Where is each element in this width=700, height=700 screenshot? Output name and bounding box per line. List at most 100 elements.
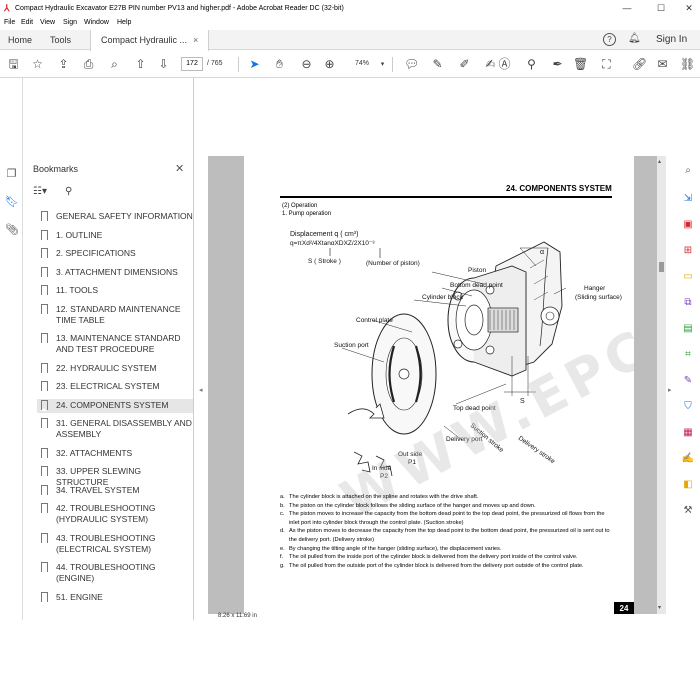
attachments-icon[interactable]: 📎︎ bbox=[5, 224, 19, 237]
edit-pdf-icon[interactable]: ⊞ bbox=[681, 244, 695, 258]
scroll-down-icon[interactable]: ▾ bbox=[658, 604, 661, 611]
bookmark-item[interactable]: 33. UPPER SLEWING STRUCTURE bbox=[37, 465, 193, 487]
tab-tools[interactable]: Tools bbox=[50, 30, 71, 50]
menu-bar: File Edit View Sign Window Help bbox=[0, 17, 700, 30]
share-icon[interactable]: ◧ bbox=[681, 478, 695, 492]
scroll-up-icon[interactable]: ▴ bbox=[658, 158, 661, 165]
zoom-in-icon[interactable]: ⊕ bbox=[322, 57, 337, 72]
bookmark-options-icon[interactable]: ☷▾ bbox=[33, 186, 47, 197]
scan-icon[interactable]: ⌗ bbox=[681, 348, 695, 362]
find-bookmark-icon[interactable]: ⚲ bbox=[65, 186, 72, 197]
bookmark-item[interactable]: 13. MAINTENANCE STANDARD AND TEST PROCED… bbox=[37, 332, 193, 357]
bookmark-item[interactable]: 11. TOOLS bbox=[37, 284, 193, 298]
mail-icon[interactable]: ✉ bbox=[655, 57, 670, 72]
prepare-form-icon[interactable]: ▦ bbox=[681, 426, 695, 440]
bookmark-item[interactable]: 2. SPECIFICATIONS bbox=[37, 247, 193, 261]
signature-icon[interactable]: ✍︎ bbox=[483, 57, 498, 72]
bookmark-icon bbox=[41, 381, 48, 392]
comment-tool-icon[interactable]: ▭ bbox=[681, 270, 695, 284]
bookmark-icon bbox=[41, 418, 48, 429]
note-key: g. bbox=[280, 562, 285, 569]
bookmark-item[interactable]: 51. ENGINE bbox=[37, 591, 193, 605]
bookmark-icon bbox=[41, 229, 48, 241]
attach-icon[interactable]: ⛓ bbox=[680, 57, 695, 72]
tab-home[interactable]: Home bbox=[8, 30, 32, 50]
note-text: The cylinder block is attached on the sp… bbox=[289, 494, 479, 500]
page-number-input[interactable]: 172 bbox=[181, 57, 203, 71]
organize-pages-icon[interactable]: ▤ bbox=[681, 322, 695, 336]
highlight-icon[interactable]: ✐ bbox=[457, 57, 472, 72]
delete-icon[interactable]: 🗑︎ bbox=[573, 57, 588, 72]
text-tool-icon[interactable]: Ⓐ bbox=[497, 57, 512, 72]
upload-icon[interactable]: ⇪ bbox=[56, 57, 71, 72]
sign-in-button[interactable]: Sign In bbox=[656, 34, 687, 45]
document-stamp-icon[interactable]: ⛶ bbox=[599, 57, 614, 72]
notification-bell-icon[interactable]: 🔔︎ bbox=[628, 33, 641, 44]
status-bar: 8.26 x 11.69 in bbox=[208, 613, 666, 620]
bookmarks-panel-icon[interactable]: 🔖︎ bbox=[5, 196, 19, 209]
bookmark-label: 31. GENERAL DISASSEMBLY AND ASSEMBLY bbox=[56, 418, 192, 439]
search-icon[interactable]: ⌕ bbox=[681, 164, 695, 178]
link-icon[interactable]: 🔗︎ bbox=[632, 57, 647, 72]
combine-files-icon[interactable]: ⧉ bbox=[681, 296, 695, 310]
bookmark-icon bbox=[41, 266, 48, 278]
protect-icon[interactable]: ⛉ bbox=[681, 400, 695, 414]
select-cursor-icon[interactable]: ➤ bbox=[247, 57, 262, 72]
menu-window[interactable]: Window bbox=[84, 19, 109, 26]
bookmark-item[interactable]: 1. OUTLINE bbox=[37, 229, 193, 243]
bookmark-item[interactable]: 44. TROUBLESHOOTING (ENGINE) bbox=[37, 561, 193, 586]
menu-sign[interactable]: Sign bbox=[63, 19, 77, 26]
pen-icon[interactable]: ✎ bbox=[430, 57, 445, 72]
bookmark-item[interactable]: 43. TROUBLESHOOTING (ELECTRICAL SYSTEM) bbox=[37, 532, 193, 557]
maximize-button[interactable]: ☐ bbox=[652, 2, 670, 14]
bookmark-label: 22. HYDRAULIC SYSTEM bbox=[56, 362, 157, 373]
tab-document[interactable]: Compact Hydraulic ... × bbox=[90, 30, 210, 51]
help-icon[interactable]: ? bbox=[603, 33, 616, 46]
bookmark-item[interactable]: 22. HYDRAULIC SYSTEM bbox=[37, 362, 193, 376]
collapse-right-panel-icon[interactable]: ▸ bbox=[668, 386, 672, 394]
bookmark-item[interactable]: GENERAL SAFETY INFORMATION bbox=[37, 210, 193, 224]
minimize-button[interactable]: — bbox=[618, 2, 636, 14]
zoom-out-icon[interactable]: ⊖ bbox=[299, 57, 314, 72]
close-bookmarks-button[interactable]: ✕ bbox=[175, 162, 184, 175]
zoom-search-icon[interactable]: ⌕ bbox=[107, 57, 122, 72]
page-up-icon[interactable]: ⇧ bbox=[133, 57, 148, 72]
document-viewport[interactable]: 24. COMPONENTS SYSTEM (2) Operation 1. P… bbox=[208, 156, 657, 614]
formula: q=πXd²/4XtanαXDXZ/2X10⁻³ bbox=[290, 240, 375, 247]
vertical-scrollbar[interactable]: ▴ ▾ bbox=[657, 156, 666, 614]
more-tools-icon[interactable]: ⚒ bbox=[681, 504, 695, 518]
bookmark-star-icon[interactable]: ☆ bbox=[30, 57, 45, 72]
create-pdf-icon[interactable]: ▣ bbox=[681, 218, 695, 232]
bookmark-item[interactable]: 42. TROUBLESHOOTING (HYDRAULIC SYSTEM) bbox=[37, 502, 193, 527]
menu-help[interactable]: Help bbox=[117, 19, 131, 26]
bookmark-label: 12. STANDARD MAINTENANCE TIME TABLE bbox=[56, 303, 181, 325]
bookmark-item[interactable]: 12. STANDARD MAINTENANCE TIME TABLE bbox=[37, 303, 193, 328]
page-down-icon[interactable]: ⇩ bbox=[156, 57, 171, 72]
bookmark-icon bbox=[41, 484, 48, 496]
comment-icon[interactable]: 💬︎ bbox=[404, 57, 419, 72]
bookmark-icon bbox=[41, 591, 48, 603]
hand-icon[interactable]: ✋︎ bbox=[272, 57, 287, 72]
close-tab-icon[interactable]: × bbox=[193, 35, 198, 45]
menu-view[interactable]: View bbox=[40, 19, 55, 26]
close-window-button[interactable]: ✕ bbox=[680, 2, 698, 14]
bookmark-item[interactable]: 31. GENERAL DISASSEMBLY AND ASSEMBLY bbox=[37, 417, 193, 442]
export-pdf-icon[interactable]: ⇲ bbox=[681, 192, 695, 206]
bookmark-item[interactable]: 34. TRAVEL SYSTEM bbox=[37, 484, 193, 498]
bookmark-item[interactable]: 24. COMPONENTS SYSTEM bbox=[37, 398, 193, 413]
collapse-left-panel-icon[interactable]: ◂ bbox=[199, 386, 203, 394]
zoom-dropdown-icon[interactable]: ▾ bbox=[375, 57, 390, 72]
print-icon[interactable]: ⎙ bbox=[81, 57, 96, 72]
stamp-icon[interactable]: ⚲ bbox=[524, 57, 539, 72]
menu-file[interactable]: File bbox=[4, 19, 15, 26]
bookmark-item[interactable]: 32. ATTACHMENTS bbox=[37, 447, 193, 461]
scrollbar-thumb[interactable] bbox=[659, 262, 664, 272]
fill-sign-icon[interactable]: ✎ bbox=[681, 374, 695, 388]
save-icon[interactable]: 🖫 bbox=[6, 57, 21, 72]
menu-edit[interactable]: Edit bbox=[21, 19, 33, 26]
bookmark-item[interactable]: 3. ATTACHMENT DIMENSIONS bbox=[37, 266, 193, 280]
page-thumbnails-icon[interactable]: ❐ bbox=[5, 168, 18, 181]
bookmark-item[interactable]: 23. ELECTRICAL SYSTEM bbox=[37, 380, 193, 394]
send-for-signature-icon[interactable]: ✍ bbox=[681, 452, 695, 466]
pen-signature-icon[interactable]: ✒︎ bbox=[550, 57, 565, 72]
